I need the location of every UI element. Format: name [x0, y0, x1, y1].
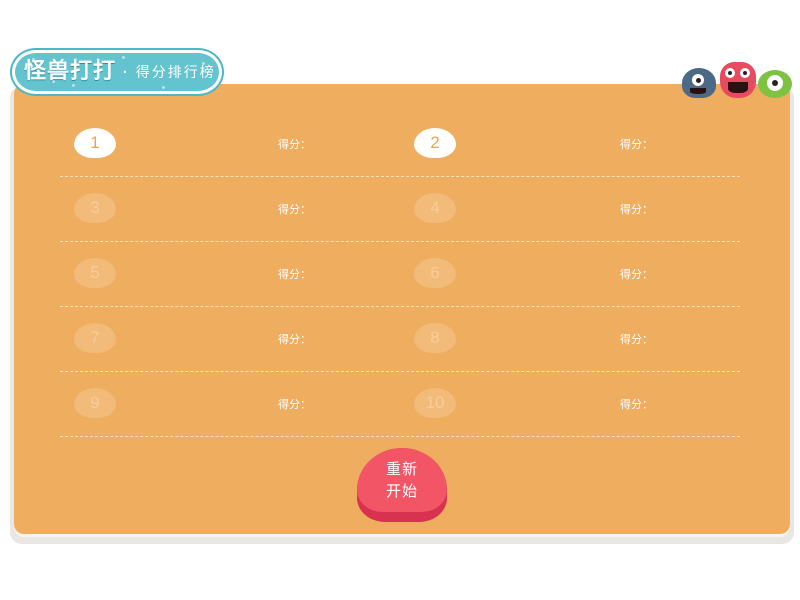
leaderboard-entry: 3 得分： [60, 177, 400, 241]
rank-badge: 7 [74, 323, 116, 353]
title-separator: · [122, 61, 128, 83]
rank-badge: 2 [414, 128, 456, 158]
page-title: 得分排行榜 [135, 65, 216, 81]
leaderboard-entry: 1 得分： [60, 112, 400, 176]
leaderboard-entry: 2 得分： [400, 112, 740, 176]
leaderboard-entry: 9 得分： [60, 372, 400, 436]
game-name: 怪兽打打 [24, 59, 117, 84]
rank-badge: 4 [414, 193, 456, 223]
rank-badge: 3 [74, 193, 116, 223]
score-label: 得分： [278, 203, 311, 216]
score-label: 得分： [620, 203, 653, 216]
score-label: 得分： [278, 268, 311, 281]
leaderboard-list: 1 得分： 2 得分： 3 得分： 4 得分： 5 得分： 6 得分： 7 得分… [60, 112, 740, 437]
monsters-decoration [676, 48, 796, 98]
score-label: 得分： [620, 398, 653, 411]
rank-badge: 5 [74, 258, 116, 288]
red-monster-icon [720, 62, 756, 98]
score-label: 得分： [278, 333, 311, 346]
leaderboard-entry: 6 得分： [400, 242, 740, 306]
rank-badge: 10 [414, 388, 456, 418]
leaderboard-row: 5 得分： 6 得分： [60, 242, 740, 307]
green-monster-icon [758, 70, 792, 98]
leaderboard-entry: 4 得分： [400, 177, 740, 241]
leaderboard-row: 1 得分： 2 得分： [60, 112, 740, 177]
leaderboard-row: 9 得分： 10 得分： [60, 372, 740, 437]
score-label: 得分： [278, 398, 311, 411]
score-label: 得分： [278, 138, 311, 151]
leaderboard-entry: 8 得分： [400, 307, 740, 371]
leaderboard-row: 7 得分： 8 得分： [60, 307, 740, 372]
rank-badge: 8 [414, 323, 456, 353]
leaderboard-entry: 5 得分： [60, 242, 400, 306]
rank-badge: 9 [74, 388, 116, 418]
leaderboard-entry: 10 得分： [400, 372, 740, 436]
rank-badge: 6 [414, 258, 456, 288]
leaderboard-row: 3 得分： 4 得分： [60, 177, 740, 242]
score-label: 得分： [620, 138, 653, 151]
rank-badge: 1 [74, 128, 116, 158]
score-label: 得分： [620, 268, 653, 281]
score-label: 得分： [620, 333, 653, 346]
leaderboard-entry: 7 得分： [60, 307, 400, 371]
blue-monster-icon [682, 68, 716, 98]
restart-button[interactable]: 重新开始 [357, 448, 447, 522]
title-banner: 怪兽打打 · 得分排行榜 [12, 50, 222, 94]
restart-button-label: 重新开始 [385, 460, 418, 500]
